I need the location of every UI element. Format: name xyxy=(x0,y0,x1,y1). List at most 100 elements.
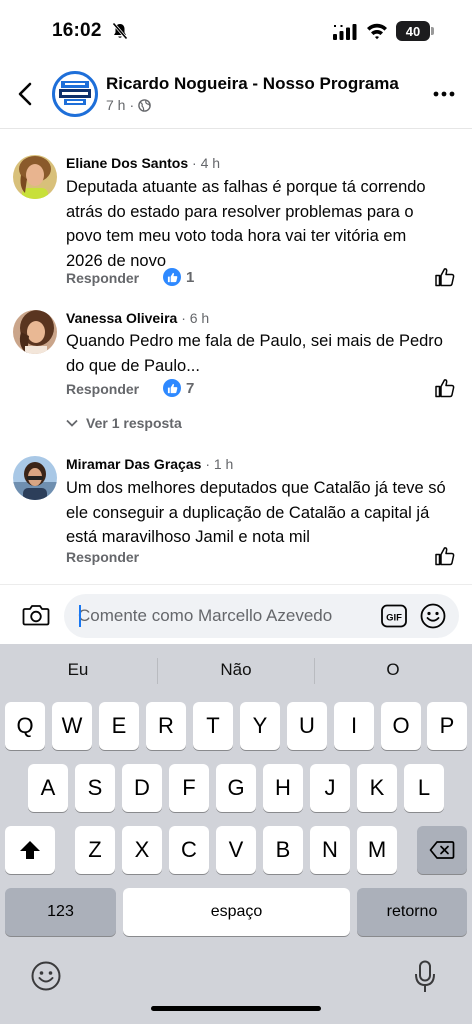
comment-text: Quando Pedro me fala de Paulo, sei mais … xyxy=(66,329,466,378)
page-avatar-logo[interactable] xyxy=(52,71,98,117)
comment-time: · 4 h xyxy=(192,155,221,171)
space-key[interactable]: espaço xyxy=(123,888,350,936)
comment-input-container[interactable]: GIF xyxy=(64,594,459,638)
comment-text-line: povo tem meu voto toda hora vai ter vitó… xyxy=(66,227,407,245)
key-j[interactable]: J xyxy=(310,764,350,812)
comment-input[interactable] xyxy=(78,594,378,638)
suggestion-o[interactable]: O xyxy=(315,660,471,680)
key-v[interactable]: V xyxy=(216,826,256,874)
key-y[interactable]: Y xyxy=(240,702,280,750)
cellular-signal-icon xyxy=(333,24,357,40)
reply-button[interactable]: Responder xyxy=(66,270,139,286)
wifi-icon xyxy=(367,23,387,40)
comment-text-line: atrás do estado para resolver problemas … xyxy=(66,202,414,221)
keyboard-emoji-icon[interactable] xyxy=(30,960,62,992)
key-e[interactable]: E xyxy=(99,702,139,750)
comment-text: Um dos melhores deputados que Catalão já… xyxy=(66,476,466,550)
reaction-count: 7 xyxy=(186,379,195,397)
author-name[interactable]: Miramar Das Graças xyxy=(66,456,201,472)
key-i[interactable]: I xyxy=(334,702,374,750)
comment-time: · 6 h xyxy=(181,310,210,326)
reaction-summary[interactable]: 1 xyxy=(163,268,194,286)
author-name[interactable]: Eliane Dos Santos xyxy=(66,155,188,171)
key-t[interactable]: T xyxy=(193,702,233,750)
key-o[interactable]: O xyxy=(381,702,421,750)
onscreen-keyboard: Eu Não O Q W E R T Y U I O P A S D F G H… xyxy=(0,644,472,1024)
comment-text-line: Um dos melhores deputados que Catalão já… xyxy=(66,479,446,497)
home-indicator xyxy=(151,1006,321,1011)
key-l[interactable]: L xyxy=(404,764,444,812)
nosso-programa-logo xyxy=(59,81,91,105)
view-replies-label: Ver 1 resposta xyxy=(86,415,182,431)
like-reaction-icon xyxy=(163,379,181,397)
avatar[interactable] xyxy=(13,456,57,500)
post-time: 7 h xyxy=(106,97,126,113)
key-a[interactable]: A xyxy=(28,764,68,812)
key-r[interactable]: R xyxy=(146,702,186,750)
microphone-icon[interactable] xyxy=(414,960,436,994)
reply-button[interactable]: Responder xyxy=(66,549,139,565)
like-icon[interactable] xyxy=(434,378,456,398)
emoji-icon[interactable] xyxy=(419,602,447,630)
more-options-icon[interactable] xyxy=(432,84,456,104)
like-reaction-icon xyxy=(163,268,181,286)
reaction-summary[interactable]: 7 xyxy=(163,379,194,397)
bell-muted-icon xyxy=(112,22,128,40)
avatar-photo xyxy=(13,310,57,354)
battery-level: 40 xyxy=(405,23,421,39)
avatar-photo xyxy=(13,456,57,500)
view-replies-button[interactable]: Ver 1 resposta xyxy=(66,415,182,431)
avatar[interactable] xyxy=(13,155,57,199)
like-icon[interactable] xyxy=(434,546,456,566)
key-h[interactable]: H xyxy=(263,764,303,812)
key-c[interactable]: C xyxy=(169,826,209,874)
key-b[interactable]: B xyxy=(263,826,303,874)
key-f[interactable]: F xyxy=(169,764,209,812)
key-p[interactable]: P xyxy=(427,702,467,750)
globe-icon xyxy=(138,98,151,112)
backspace-key[interactable] xyxy=(417,826,467,874)
comment-text: Deputada atuante as falhas é porque tá c… xyxy=(66,175,466,273)
numbers-key[interactable]: 123 xyxy=(5,888,116,936)
like-icon[interactable] xyxy=(434,267,456,287)
comment-composer: GIF xyxy=(0,584,472,645)
back-arrow-icon[interactable] xyxy=(14,80,38,108)
key-k[interactable]: K xyxy=(357,764,397,812)
status-time: 16:02 xyxy=(52,20,102,41)
comment-author-name[interactable]: Miramar Das Graças · 1 h xyxy=(66,456,233,472)
comment-text-line: está maravilhoso Jamil e nota mil xyxy=(66,528,310,546)
comment-time: · 1 h xyxy=(205,456,234,472)
key-g[interactable]: G xyxy=(216,764,256,812)
comment-text-line: Quando Pedro me fala de Paulo, sei mais … xyxy=(66,332,443,350)
comment-author-name[interactable]: Vanessa Oliveira · 6 h xyxy=(66,310,209,326)
battery-tip xyxy=(431,27,434,35)
comment-text-line: ele conseguir a duplicação de Catalão a … xyxy=(66,503,430,522)
meta-separator: · xyxy=(129,97,135,113)
key-x[interactable]: X xyxy=(122,826,162,874)
key-d[interactable]: D xyxy=(122,764,162,812)
suggestion-eu[interactable]: Eu xyxy=(0,660,156,680)
page-title[interactable]: Ricardo Nogueira - Nosso Programa xyxy=(106,74,399,94)
reaction-count: 1 xyxy=(186,268,195,286)
return-key[interactable]: retorno xyxy=(357,888,467,936)
suggestion-nao[interactable]: Não xyxy=(158,660,314,680)
shift-key[interactable] xyxy=(5,826,55,874)
key-z[interactable]: Z xyxy=(75,826,115,874)
post-header: Ricardo Nogueira - Nosso Programa 7 h · xyxy=(0,62,472,129)
key-q[interactable]: Q xyxy=(5,702,45,750)
gif-icon[interactable]: GIF xyxy=(381,604,407,628)
avatar[interactable] xyxy=(13,310,57,354)
key-m[interactable]: M xyxy=(357,826,397,874)
key-n[interactable]: N xyxy=(310,826,350,874)
key-s[interactable]: S xyxy=(75,764,115,812)
reply-button[interactable]: Responder xyxy=(66,381,139,397)
shift-icon xyxy=(20,841,40,859)
post-meta: 7 h · xyxy=(106,97,151,113)
key-w[interactable]: W xyxy=(52,702,92,750)
svg-text:GIF: GIF xyxy=(386,613,402,624)
camera-icon[interactable] xyxy=(22,603,50,627)
comment-text-line: do que de Paulo... xyxy=(66,356,200,375)
comment-author-name[interactable]: Eliane Dos Santos · 4 h xyxy=(66,155,220,171)
author-name[interactable]: Vanessa Oliveira xyxy=(66,310,177,326)
key-u[interactable]: U xyxy=(287,702,327,750)
